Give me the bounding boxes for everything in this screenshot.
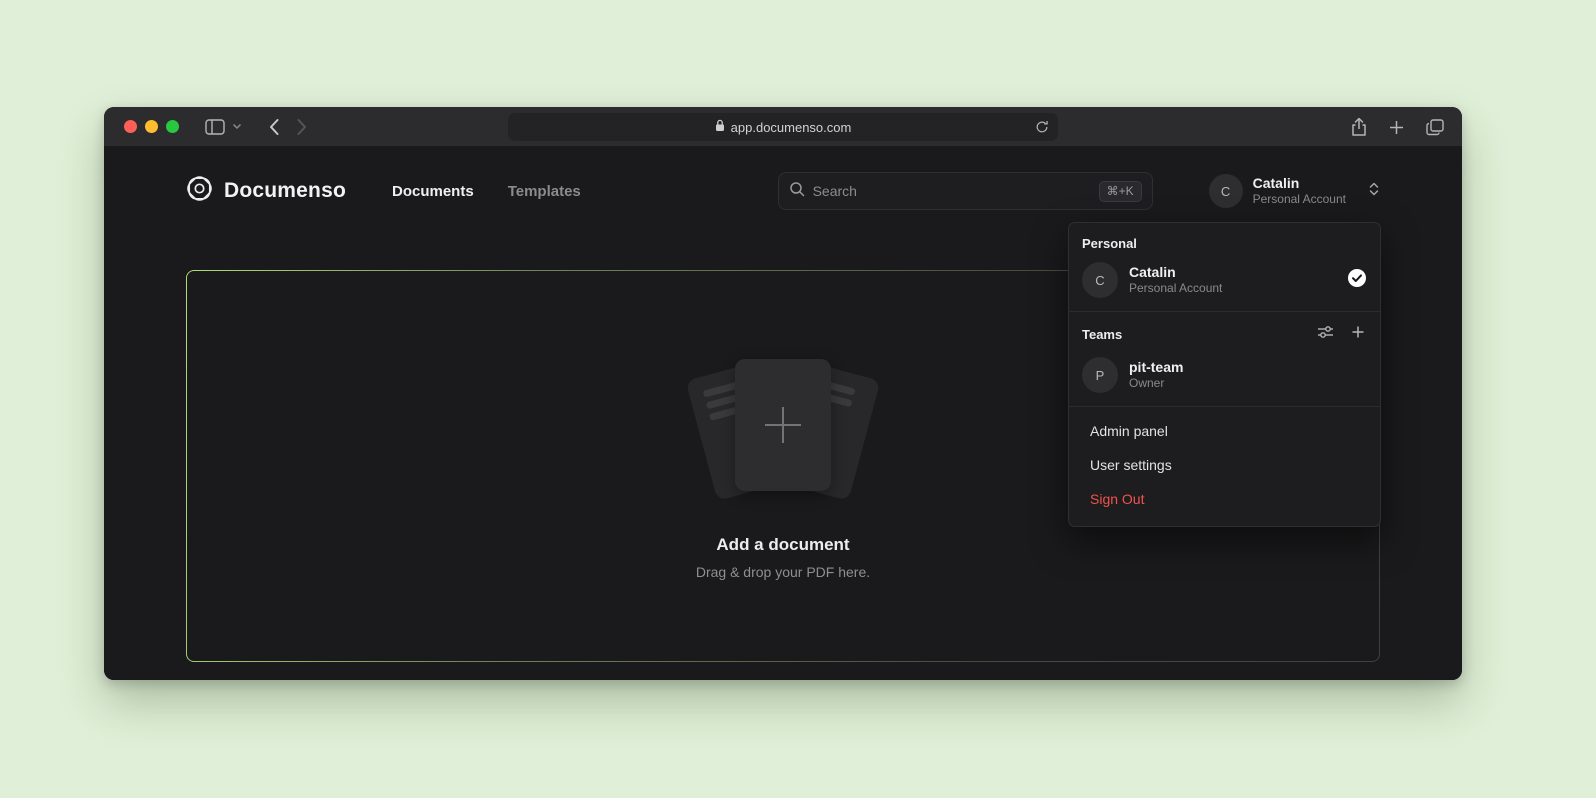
account-type: Personal Account: [1253, 192, 1346, 207]
url-text: app.documenso.com: [731, 120, 852, 135]
main-nav: Documents Templates: [392, 183, 581, 200]
zoom-window-button[interactable]: [166, 120, 179, 133]
documents-illustration-icon: [678, 353, 888, 505]
dropzone-subtitle: Drag & drop your PDF here.: [696, 564, 870, 580]
dropzone-title: Add a document: [716, 535, 849, 555]
account-avatar: C: [1209, 174, 1243, 208]
add-team-icon[interactable]: [1351, 325, 1365, 344]
team-item[interactable]: P pit-team Owner: [1069, 354, 1380, 406]
personal-name: Catalin: [1129, 263, 1336, 281]
reload-icon[interactable]: [1035, 120, 1049, 134]
team-role: Owner: [1129, 376, 1367, 392]
selected-check-icon: [1347, 268, 1367, 293]
manage-teams-icon[interactable]: [1317, 325, 1334, 344]
personal-section-label: Personal: [1069, 223, 1380, 259]
search-input[interactable]: [813, 183, 1091, 199]
search-box[interactable]: ⌘+K: [778, 172, 1153, 210]
brand[interactable]: Documenso: [186, 175, 346, 207]
team-avatar: P: [1082, 357, 1118, 393]
sidebar-toggle-icon[interactable]: [205, 119, 225, 135]
lock-icon: [715, 119, 725, 135]
tab-overview-icon[interactable]: [1426, 119, 1444, 136]
close-window-button[interactable]: [124, 120, 137, 133]
account-menu-button[interactable]: C Catalin Personal Account: [1209, 174, 1380, 208]
brand-name: Documenso: [224, 179, 346, 203]
nav-documents[interactable]: Documents: [392, 183, 474, 200]
chevrons-up-down-icon: [1368, 181, 1380, 202]
menu-item-admin-panel[interactable]: Admin panel: [1069, 414, 1380, 448]
add-document-plus-icon: [765, 407, 801, 443]
new-tab-icon[interactable]: [1389, 120, 1404, 135]
menu-item-user-settings[interactable]: User settings: [1069, 448, 1380, 482]
documenso-logo-icon: [186, 175, 213, 207]
address-bar[interactable]: app.documenso.com: [508, 113, 1058, 141]
app-page: Documenso Documents Templates ⌘+K C Cata…: [104, 147, 1462, 680]
traffic-lights: [124, 120, 179, 133]
teams-section-label: Teams: [1082, 327, 1317, 342]
account-name: Catalin: [1253, 175, 1346, 193]
back-icon[interactable]: [268, 118, 280, 136]
menu-item-sign-out[interactable]: Sign Out: [1069, 482, 1380, 516]
personal-avatar: C: [1082, 262, 1118, 298]
search-icon: [789, 181, 805, 202]
share-icon[interactable]: [1351, 117, 1367, 137]
team-name: pit-team: [1129, 358, 1367, 376]
account-dropdown: Personal C Catalin Personal Account Team…: [1068, 222, 1381, 527]
browser-toolbar: app.documenso.com: [104, 107, 1462, 147]
sidebar-chevron-down-icon[interactable]: [232, 123, 242, 130]
search-shortcut-badge: ⌘+K: [1099, 181, 1142, 202]
browser-window: app.documenso.com Documenso: [104, 107, 1462, 680]
nav-templates[interactable]: Templates: [508, 183, 581, 200]
personal-subtitle: Personal Account: [1129, 281, 1336, 297]
personal-account-item[interactable]: C Catalin Personal Account: [1069, 259, 1380, 311]
forward-icon[interactable]: [296, 118, 308, 136]
minimize-window-button[interactable]: [145, 120, 158, 133]
